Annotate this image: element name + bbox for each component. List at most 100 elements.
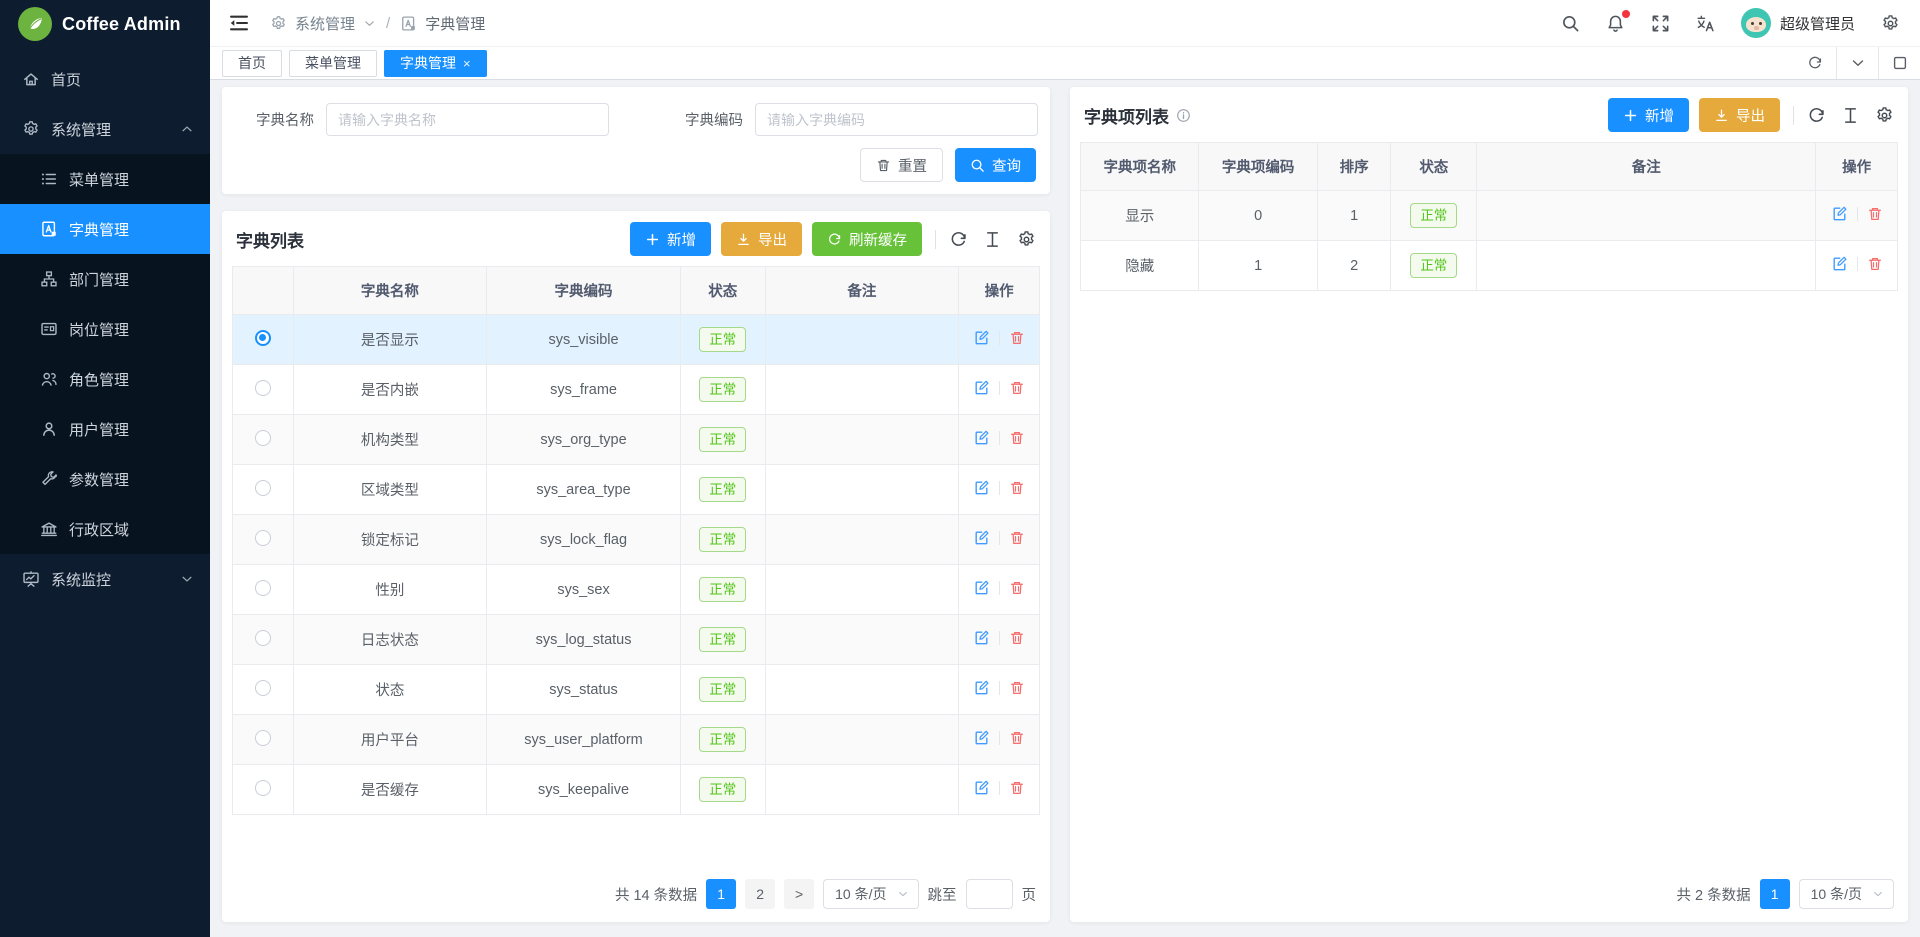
delete-trash-icon[interactable] bbox=[1009, 380, 1025, 396]
tab-dict-mgmt[interactable]: 字典管理 × bbox=[384, 50, 487, 77]
sidebar-item-param-mgmt[interactable]: 参数管理 bbox=[0, 454, 210, 504]
sidebar-item-dept-mgmt[interactable]: 部门管理 bbox=[0, 254, 210, 304]
row-radio[interactable] bbox=[255, 330, 271, 346]
tab-home[interactable]: 首页 bbox=[222, 50, 282, 77]
table-row[interactable]: 日志状态 sys_log_status 正常 bbox=[233, 615, 1040, 665]
dict-item-title-wrap: 字典项列表 bbox=[1084, 103, 1191, 128]
dict-code-label: 字典编码 bbox=[665, 109, 743, 130]
row-height-icon[interactable] bbox=[983, 230, 1002, 249]
sidebar-item-home[interactable]: 首页 bbox=[0, 54, 210, 104]
edit-icon[interactable] bbox=[973, 379, 990, 396]
close-icon[interactable]: × bbox=[463, 57, 471, 70]
sidebar-item-system[interactable]: 系统管理 bbox=[0, 104, 210, 154]
sidebar-item-post-mgmt[interactable]: 岗位管理 bbox=[0, 304, 210, 354]
sidebar-item-menu-mgmt[interactable]: 菜单管理 bbox=[0, 154, 210, 204]
page-button-2[interactable]: 2 bbox=[745, 879, 775, 909]
export-dict-button[interactable]: 导出 bbox=[721, 222, 802, 256]
settings-gear-icon[interactable] bbox=[1881, 14, 1900, 33]
sidebar-item-dict-mgmt[interactable]: 字典管理 bbox=[0, 204, 210, 254]
row-radio[interactable] bbox=[255, 630, 271, 646]
table-row[interactable]: 锁定标记 sys_lock_flag 正常 bbox=[233, 515, 1040, 565]
page-size-select[interactable]: 10 条/页 bbox=[1799, 879, 1894, 909]
row-radio[interactable] bbox=[255, 480, 271, 496]
page-button-1[interactable]: 1 bbox=[706, 879, 736, 909]
row-radio[interactable] bbox=[255, 730, 271, 746]
dict-name-input[interactable] bbox=[326, 103, 609, 136]
row-height-icon[interactable] bbox=[1841, 106, 1860, 125]
delete-trash-icon[interactable] bbox=[1867, 206, 1883, 222]
sidebar-item-user-mgmt[interactable]: 用户管理 bbox=[0, 404, 210, 454]
delete-trash-icon[interactable] bbox=[1009, 680, 1025, 696]
table-row[interactable]: 用户平台 sys_user_platform 正常 bbox=[233, 715, 1040, 765]
table-row[interactable]: 是否显示 sys_visible 正常 bbox=[233, 315, 1040, 365]
status-badge: 正常 bbox=[699, 677, 746, 703]
refresh-table-icon[interactable] bbox=[1807, 106, 1826, 125]
user-menu[interactable]: 超级管理员 bbox=[1741, 8, 1855, 38]
sidebar-item-admin-region[interactable]: 行政区域 bbox=[0, 504, 210, 554]
table-row[interactable]: 性别 sys_sex 正常 bbox=[233, 565, 1040, 615]
table-row[interactable]: 区域类型 sys_area_type 正常 bbox=[233, 465, 1040, 515]
edit-icon[interactable] bbox=[973, 429, 990, 446]
delete-trash-icon[interactable] bbox=[1009, 530, 1025, 546]
edit-icon[interactable] bbox=[973, 679, 990, 696]
row-radio[interactable] bbox=[255, 380, 271, 396]
export-dict-item-button[interactable]: 导出 bbox=[1699, 98, 1780, 132]
edit-icon[interactable] bbox=[1831, 205, 1848, 222]
delete-trash-icon[interactable] bbox=[1867, 256, 1883, 272]
table-settings-gear-icon[interactable] bbox=[1017, 230, 1036, 249]
delete-trash-icon[interactable] bbox=[1009, 430, 1025, 446]
notifications-button[interactable] bbox=[1606, 14, 1625, 33]
refresh-table-icon[interactable] bbox=[949, 230, 968, 249]
table-row[interactable]: 是否内嵌 sys_frame 正常 bbox=[233, 365, 1040, 415]
table-row[interactable]: 隐藏 1 2 正常 bbox=[1081, 241, 1898, 291]
sidebar: Coffee Admin 首页 系统管理 菜单管理 字典管理 部门 bbox=[0, 0, 210, 937]
maximize-content-button[interactable] bbox=[1878, 47, 1920, 79]
edit-icon[interactable] bbox=[1831, 255, 1848, 272]
row-radio[interactable] bbox=[255, 680, 271, 696]
delete-trash-icon[interactable] bbox=[1009, 630, 1025, 646]
delete-trash-icon[interactable] bbox=[1009, 730, 1025, 746]
table-row[interactable]: 机构类型 sys_org_type 正常 bbox=[233, 415, 1040, 465]
add-dict-button[interactable]: 新增 bbox=[630, 222, 711, 256]
search-icon[interactable] bbox=[1561, 14, 1580, 33]
delete-trash-icon[interactable] bbox=[1009, 330, 1025, 346]
dict-code-input[interactable] bbox=[755, 103, 1038, 136]
add-dict-item-button[interactable]: 新增 bbox=[1608, 98, 1689, 132]
refresh-page-button[interactable] bbox=[1794, 47, 1836, 79]
refresh-cache-button[interactable]: 刷新缓存 bbox=[812, 222, 922, 256]
page-button-1[interactable]: 1 bbox=[1760, 879, 1790, 909]
sidebar-item-sys-monitor[interactable]: 系统监控 bbox=[0, 554, 210, 604]
edit-icon[interactable] bbox=[973, 779, 990, 796]
next-page-button[interactable]: > bbox=[784, 879, 814, 909]
tab-menu-mgmt[interactable]: 菜单管理 bbox=[289, 50, 377, 77]
row-radio[interactable] bbox=[255, 530, 271, 546]
breadcrumb-level1[interactable]: 系统管理 bbox=[295, 13, 355, 34]
row-radio[interactable] bbox=[255, 430, 271, 446]
edit-icon[interactable] bbox=[973, 479, 990, 496]
row-radio[interactable] bbox=[255, 580, 271, 596]
delete-trash-icon[interactable] bbox=[1009, 580, 1025, 596]
page-size-select[interactable]: 10 条/页 bbox=[823, 879, 918, 909]
edit-icon[interactable] bbox=[973, 329, 990, 346]
sidebar-collapse-icon[interactable] bbox=[228, 12, 250, 34]
edit-icon[interactable] bbox=[973, 579, 990, 596]
jump-page-input[interactable] bbox=[966, 879, 1013, 909]
edit-icon[interactable] bbox=[973, 529, 990, 546]
fullscreen-icon[interactable] bbox=[1651, 14, 1670, 33]
translate-icon[interactable] bbox=[1696, 14, 1715, 33]
edit-icon[interactable] bbox=[973, 729, 990, 746]
table-settings-gear-icon[interactable] bbox=[1875, 106, 1894, 125]
row-radio[interactable] bbox=[255, 780, 271, 796]
table-row[interactable]: 是否缓存 sys_keepalive 正常 bbox=[233, 765, 1040, 815]
edit-icon[interactable] bbox=[973, 629, 990, 646]
delete-trash-icon[interactable] bbox=[1009, 780, 1025, 796]
chevron-down-icon[interactable] bbox=[363, 17, 376, 30]
sidebar-item-role-mgmt[interactable]: 角色管理 bbox=[0, 354, 210, 404]
query-button[interactable]: 查询 bbox=[955, 148, 1036, 182]
table-row[interactable]: 状态 sys_status 正常 bbox=[233, 665, 1040, 715]
app-logo[interactable]: Coffee Admin bbox=[0, 0, 210, 48]
tab-options-button[interactable] bbox=[1836, 47, 1878, 79]
table-row[interactable]: 显示 0 1 正常 bbox=[1081, 191, 1898, 241]
reset-button[interactable]: 重置 bbox=[860, 148, 943, 182]
delete-trash-icon[interactable] bbox=[1009, 480, 1025, 496]
